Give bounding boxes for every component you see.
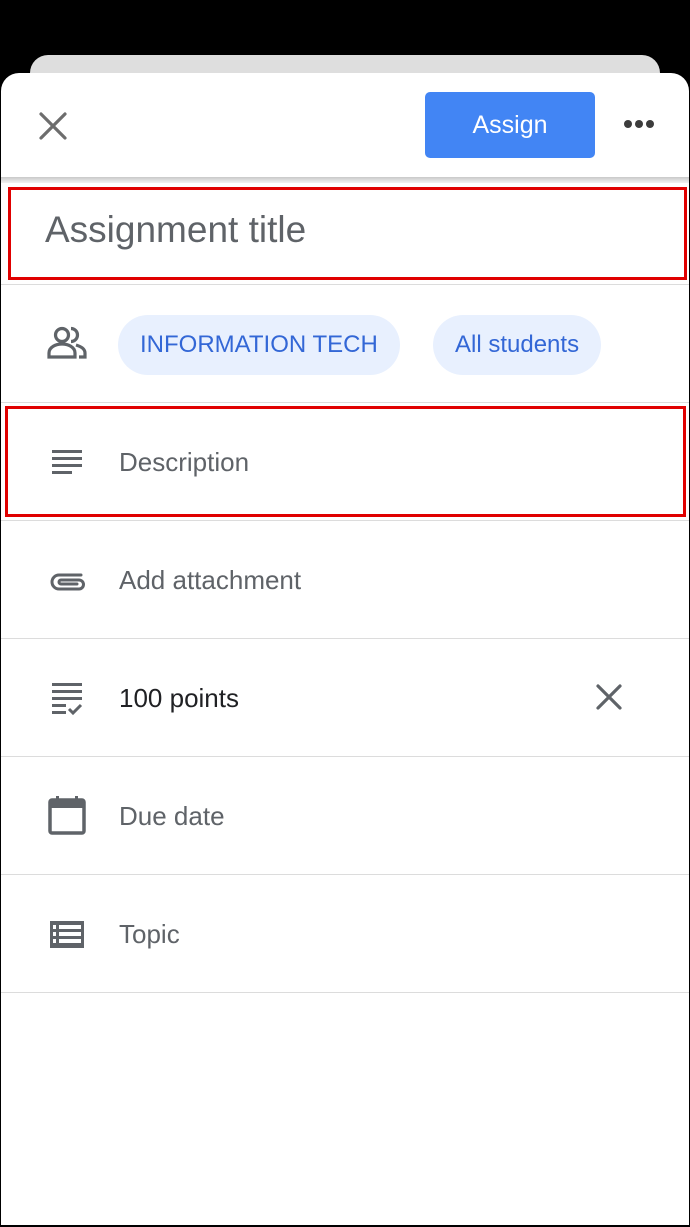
class-chip[interactable]: INFORMATION TECH [118,315,400,375]
description-row[interactable]: Description [1,403,689,521]
top-bar: Assign [1,73,689,177]
description-placeholder[interactable]: Description [119,447,249,478]
recipients-row: INFORMATION TECH All students [1,285,689,403]
description-highlight-box [5,406,686,517]
due-date-label[interactable]: Due date [119,801,225,832]
paperclip-icon [50,573,85,591]
assignment-sheet: Assign INFORMATION TECH All students [1,73,689,1225]
clear-points-icon[interactable] [589,677,629,717]
more-horizontal-icon [624,120,654,128]
more-options-button[interactable] [619,109,659,139]
assignment-title-input[interactable] [45,209,645,251]
close-icon [39,112,67,140]
points-value[interactable]: 100 points [119,683,239,714]
topic-label[interactable]: Topic [119,919,180,950]
topic-row[interactable]: Topic [1,875,689,993]
due-date-row[interactable]: Due date [1,757,689,875]
topic-icon [50,921,84,948]
grading-icon [52,683,83,716]
people-icon [47,326,87,359]
calendar-icon [48,796,86,835]
description-icon [52,450,82,474]
students-chip[interactable]: All students [433,315,602,375]
attachment-row[interactable]: Add attachment [1,521,689,639]
close-button[interactable] [33,106,73,146]
assign-button[interactable]: Assign [425,92,595,158]
title-row [1,183,689,285]
add-attachment-label[interactable]: Add attachment [119,565,301,596]
points-row[interactable]: 100 points [1,639,689,757]
